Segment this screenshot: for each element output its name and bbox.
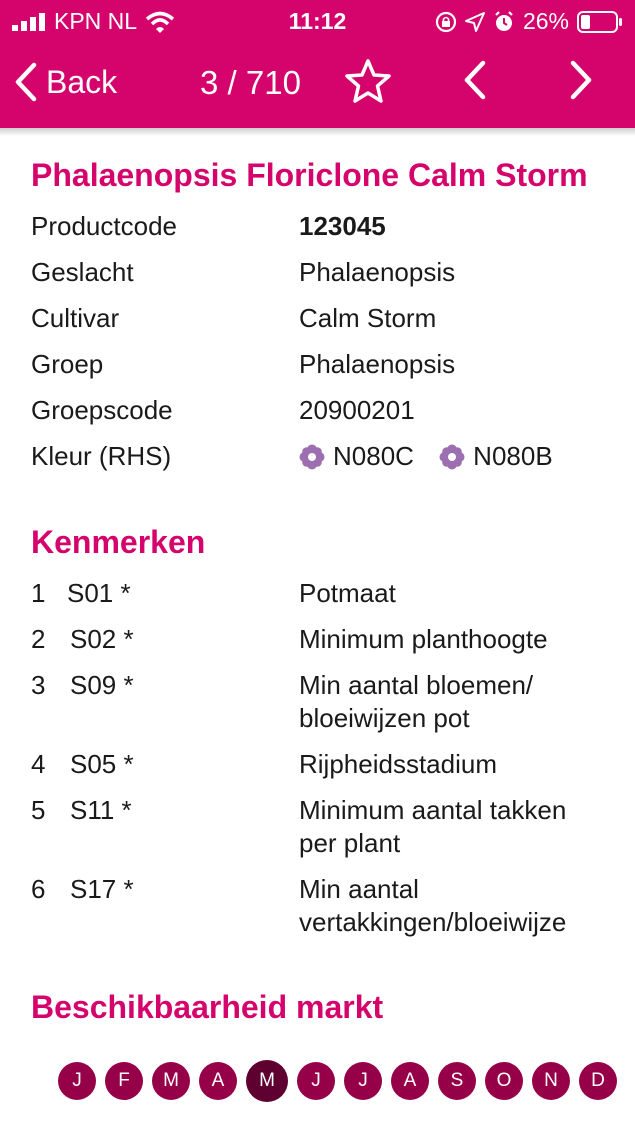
kenmerk-number: 2	[31, 624, 46, 654]
field-value: Phalaenopsis	[299, 349, 456, 379]
color-chip: N080C	[299, 440, 414, 473]
record-counter: 3 / 710	[200, 64, 301, 101]
field-label: Cultivar	[31, 303, 120, 333]
kenmerk-code: S09 *	[70, 670, 134, 700]
month-feb[interactable]: F	[105, 1062, 143, 1100]
kenmerk-number: 3	[31, 670, 46, 700]
month-selector: J F M A M J J A S O N D	[58, 1060, 617, 1102]
field-label: Productcode	[31, 211, 177, 241]
month-aug[interactable]: A	[391, 1062, 429, 1100]
rotation-lock-icon	[435, 11, 457, 32]
month-apr[interactable]: A	[199, 1062, 237, 1100]
status-right: 26%	[435, 8, 623, 35]
kenmerk-description: Min aantal vertakkingen/bloeiwijze	[299, 874, 567, 937]
month-may[interactable]: M	[246, 1060, 288, 1102]
field-value: Calm Storm	[299, 303, 437, 333]
month-mar[interactable]: M	[152, 1062, 190, 1100]
location-icon	[464, 11, 485, 32]
month-sep[interactable]: S	[438, 1062, 476, 1100]
chevron-left-icon	[464, 60, 486, 100]
kenmerk-number: 1	[31, 578, 46, 608]
kenmerk-description: Potmaat	[299, 578, 396, 608]
field-label: Groepscode	[31, 395, 173, 425]
field-label: Geslacht	[31, 257, 134, 287]
month-jan[interactable]: J	[58, 1062, 96, 1100]
product-title: Phalaenopsis Floriclone Calm Storm	[31, 157, 588, 193]
kenmerk-number: 4	[31, 749, 46, 779]
color-chip: N080B	[439, 440, 553, 473]
kenmerk-description: Minimum aantal takken per plant	[299, 795, 567, 858]
month-jul[interactable]: J	[344, 1062, 382, 1100]
month-oct[interactable]: O	[485, 1062, 523, 1100]
battery-percent: 26%	[522, 8, 569, 34]
battery-icon	[577, 10, 622, 33]
field-value: 20900201	[299, 395, 415, 425]
field-label: Groep	[31, 349, 104, 379]
month-jun[interactable]: J	[297, 1062, 335, 1100]
kenmerk-code: S02 *	[70, 624, 134, 654]
star-icon	[345, 59, 391, 103]
availability-title: Beschikbaarheid markt	[31, 989, 384, 1025]
flower-icon	[299, 444, 325, 469]
header-shadow	[0, 128, 635, 136]
back-label: Back	[46, 63, 118, 100]
color-code: N080B	[473, 441, 553, 471]
chevron-left-icon	[15, 62, 37, 102]
field-value: 123045	[299, 211, 386, 241]
kenmerk-number: 5	[31, 795, 46, 825]
previous-button[interactable]	[462, 60, 488, 105]
next-button[interactable]	[568, 60, 594, 105]
month-dec[interactable]: D	[579, 1062, 617, 1100]
alarm-icon	[495, 10, 513, 31]
month-nov[interactable]: N	[532, 1062, 570, 1100]
favorite-button[interactable]	[344, 58, 392, 109]
app-header: KPN NL 11:12 26% Back 3 / 710	[0, 0, 635, 128]
back-button[interactable]: Back	[14, 62, 117, 102]
color-code: N080C	[333, 441, 414, 471]
field-label: Kleur (RHS)	[31, 441, 172, 471]
flower-icon	[439, 444, 465, 469]
status-bar: KPN NL 11:12 26%	[0, 0, 635, 42]
kenmerk-code: S17 *	[70, 874, 134, 904]
kenmerk-description: Minimum planthoogte	[299, 624, 548, 654]
kenmerk-description: Min aantal bloemen/ bloeiwijzen pot	[299, 670, 534, 733]
kenmerk-code: S01 *	[67, 578, 131, 608]
kenmerk-number: 6	[31, 874, 46, 904]
field-value-colors: N080C N080B	[299, 440, 609, 478]
kenmerk-description: Rijpheidsstadium	[299, 749, 497, 779]
field-value: Phalaenopsis	[299, 257, 456, 287]
kenmerk-code: S11 *	[70, 795, 132, 825]
kenmerk-code: S05 *	[70, 749, 134, 779]
chevron-right-icon	[570, 60, 592, 100]
nav-bar: Back 3 / 710	[0, 42, 635, 128]
kenmerken-title: Kenmerken	[31, 524, 206, 560]
